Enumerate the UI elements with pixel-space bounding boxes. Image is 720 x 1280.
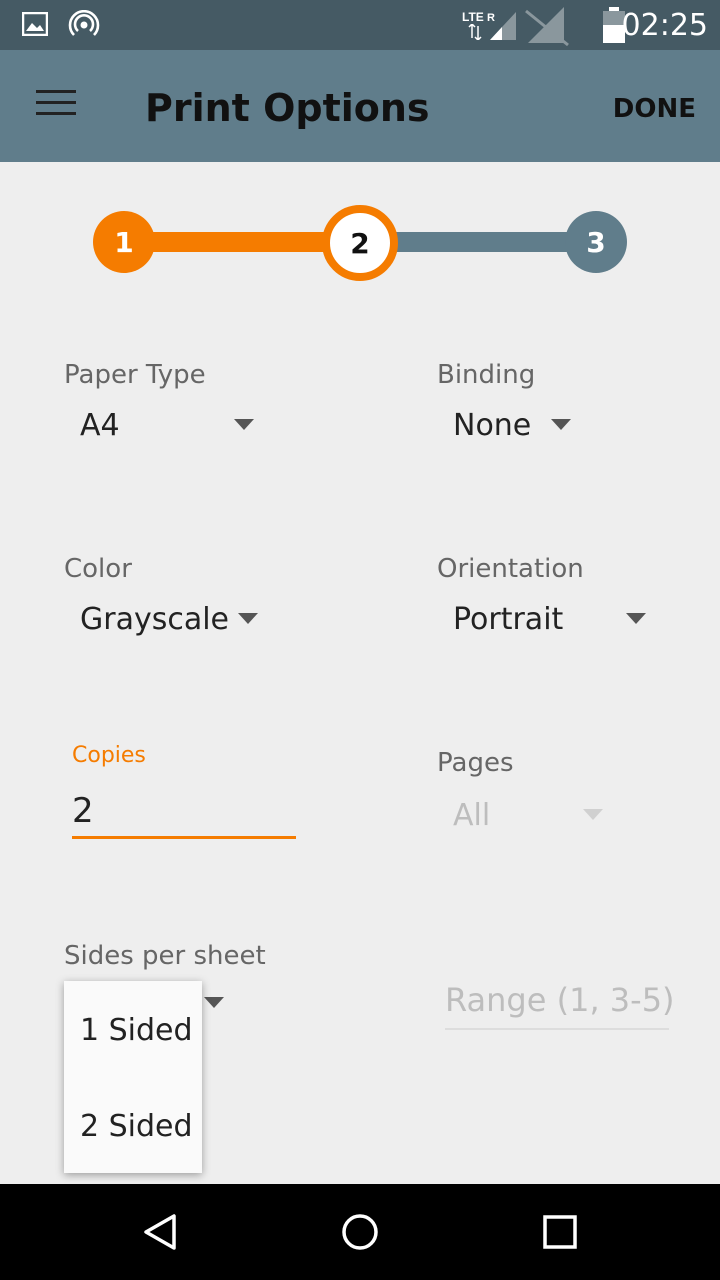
option-2-sided[interactable]: 2 Sided bbox=[80, 1109, 193, 1144]
page-title: Print Options bbox=[145, 86, 430, 130]
color-value: Grayscale bbox=[80, 602, 230, 637]
network-type: LTE bbox=[462, 10, 484, 24]
step-3[interactable]: 3 bbox=[565, 211, 627, 273]
progress-stepper: 1 2 3 bbox=[0, 205, 720, 285]
step-2[interactable]: 2 bbox=[322, 205, 398, 281]
data-arrows-icon bbox=[468, 24, 482, 40]
option-1-sided[interactable]: 1 Sided bbox=[80, 1013, 193, 1048]
copies-label: Copies bbox=[72, 743, 146, 768]
paper-type-value: A4 bbox=[80, 408, 120, 443]
orientation-value: Portrait bbox=[453, 602, 564, 637]
binding-value: None bbox=[453, 408, 532, 443]
step-1[interactable]: 1 bbox=[93, 211, 155, 273]
image-icon bbox=[22, 12, 48, 36]
binding-dropdown[interactable]: None bbox=[437, 400, 587, 450]
signal-icon bbox=[490, 12, 516, 40]
pages-value: All bbox=[453, 798, 491, 833]
done-button[interactable]: DONE bbox=[613, 94, 696, 124]
sides-per-sheet-label: Sides per sheet bbox=[64, 941, 266, 971]
back-icon[interactable] bbox=[140, 1212, 180, 1252]
color-label: Color bbox=[64, 554, 132, 584]
menu-icon[interactable] bbox=[36, 90, 76, 122]
copies-input[interactable]: 2 bbox=[72, 791, 94, 831]
copies-underline bbox=[72, 836, 296, 839]
range-underline bbox=[445, 1028, 669, 1030]
status-time: 02:25 bbox=[621, 8, 708, 43]
orientation-dropdown[interactable]: Portrait bbox=[437, 594, 667, 644]
chevron-down-icon bbox=[583, 809, 603, 820]
orientation-label: Orientation bbox=[437, 554, 584, 584]
recents-icon[interactable] bbox=[542, 1214, 578, 1250]
sides-dropdown-menu: 1 Sided 2 Sided bbox=[64, 981, 202, 1173]
pages-label: Pages bbox=[437, 748, 514, 778]
status-bar: LTE R 02:25 bbox=[0, 0, 720, 50]
chevron-down-icon bbox=[238, 613, 258, 624]
navigation-bar bbox=[0, 1184, 720, 1280]
paper-type-label: Paper Type bbox=[64, 360, 206, 390]
home-icon[interactable] bbox=[340, 1212, 380, 1252]
app-bar: Print Options DONE bbox=[0, 50, 720, 162]
pages-dropdown[interactable]: All bbox=[437, 790, 617, 840]
hotspot-icon bbox=[68, 10, 100, 36]
chevron-down-icon bbox=[204, 997, 224, 1008]
range-input[interactable]: Range (1, 3-5) bbox=[445, 981, 675, 1019]
chevron-down-icon bbox=[551, 419, 571, 430]
color-dropdown[interactable]: Grayscale bbox=[64, 594, 274, 644]
chevron-down-icon bbox=[626, 613, 646, 624]
paper-type-dropdown[interactable]: A4 bbox=[64, 400, 264, 450]
no-sim-icon bbox=[525, 7, 569, 47]
binding-label: Binding bbox=[437, 360, 536, 390]
chevron-down-icon bbox=[234, 419, 254, 430]
